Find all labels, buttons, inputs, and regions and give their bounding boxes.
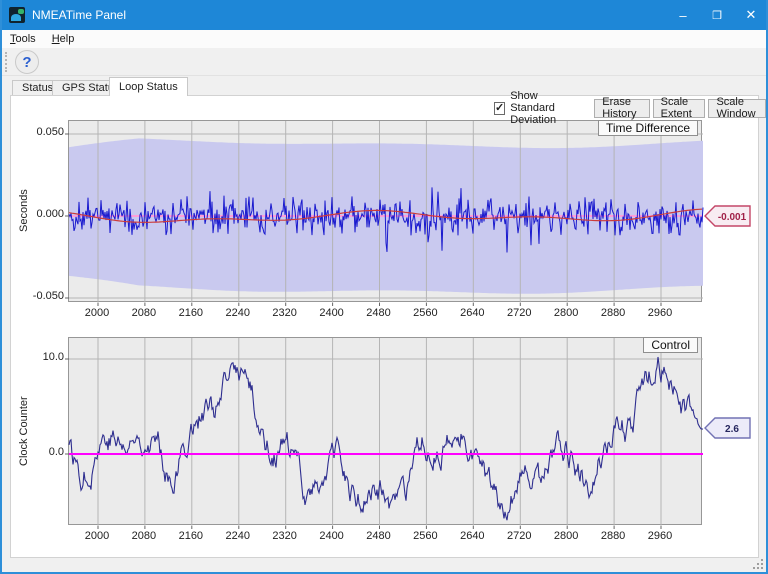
- x-tick-label: 2960: [647, 530, 673, 542]
- window-title: NMEATime Panel: [32, 8, 127, 22]
- time-difference-plot: [65, 120, 704, 306]
- current-value-badge-control: 2.6: [704, 417, 751, 439]
- minimize-button[interactable]: –: [666, 0, 700, 30]
- x-tick-label: 2400: [319, 307, 344, 319]
- tab-loop-status[interactable]: Loop Status: [109, 77, 188, 96]
- chart-controls: ✓ Show Standard Deviation Erase History …: [494, 90, 766, 126]
- x-tick-label: 2080: [131, 530, 157, 542]
- control-chart: [65, 338, 704, 529]
- x-tick-label: 2160: [178, 307, 204, 319]
- x-tick-label: 2960: [647, 307, 673, 319]
- y-tick-label: -0.050: [32, 290, 64, 302]
- x-tick-label: 2000: [84, 307, 110, 319]
- x-tick-label: 2240: [225, 307, 250, 319]
- resize-grip[interactable]: [751, 557, 764, 570]
- svg-text:-0.001: -0.001: [718, 212, 747, 223]
- x-tick-label: 2880: [600, 307, 626, 319]
- x-tick-label: 2800: [553, 307, 579, 319]
- toolbar: ?: [2, 49, 766, 76]
- x-tick-label: 2560: [413, 530, 438, 542]
- menu-tools[interactable]: Tools: [2, 31, 44, 47]
- maximize-button[interactable]: ❒: [700, 0, 734, 30]
- time-difference-chart: [65, 121, 704, 306]
- show-std-label: Show Standard Deviation: [510, 90, 557, 126]
- x-tick-label: 2480: [366, 530, 391, 542]
- current-value-badge-time-difference: -0.001: [704, 205, 751, 227]
- menu-help[interactable]: Help: [44, 31, 83, 47]
- x-tick-label: 2080: [131, 307, 157, 319]
- chart-title-time-difference: Time Difference: [597, 120, 698, 136]
- x-tick-label: 2720: [507, 530, 532, 542]
- help-icon[interactable]: ?: [15, 50, 39, 74]
- x-tick-label: 2800: [553, 530, 579, 542]
- x-tick-label: 2720: [507, 307, 532, 319]
- y-tick-label: 0.0: [48, 446, 64, 458]
- x-tick-label: 2880: [600, 530, 626, 542]
- svg-text:2.6: 2.6: [725, 424, 739, 435]
- x-tick-label: 2640: [460, 530, 485, 542]
- y-axis-label-clock-counter: Clock Counter: [18, 396, 30, 466]
- gridlines: [65, 338, 703, 529]
- chart-title-control: Control: [643, 337, 698, 353]
- x-tick-label: 2640: [460, 307, 485, 319]
- x-tick-label: 2560: [413, 307, 438, 319]
- control-signal: [68, 356, 704, 521]
- erase-history-button[interactable]: Erase History: [594, 96, 650, 120]
- toolbar-grip[interactable]: [5, 52, 7, 72]
- title-bar[interactable]: NMEATime Panel – ❒ ✕: [2, 0, 766, 30]
- y-tick-label: 0.000: [36, 208, 64, 220]
- menu-bar: Tools Help: [2, 30, 766, 49]
- x-tick-label: 2160: [178, 530, 204, 542]
- x-tick-label: 2480: [366, 307, 391, 319]
- app-icon: [9, 7, 25, 23]
- x-tick-label: 2320: [272, 530, 297, 542]
- x-tick-label: 2400: [319, 530, 344, 542]
- app-window: NMEATime Panel – ❒ ✕ Tools Help ? Status…: [0, 0, 768, 574]
- y-tick-label: 10.0: [42, 351, 64, 363]
- x-tick-label: 2240: [225, 530, 250, 542]
- scale-extent-button[interactable]: Scale Extent: [652, 96, 706, 120]
- control-plot: [65, 337, 704, 529]
- x-tick-label: 2000: [84, 530, 110, 542]
- show-std-checkbox[interactable]: ✓: [494, 101, 506, 115]
- y-tick-label: 0.050: [36, 126, 64, 138]
- x-tick-label: 2320: [272, 307, 297, 319]
- window-controls: – ❒ ✕: [666, 0, 766, 30]
- scale-window-button[interactable]: Scale Window: [708, 96, 766, 120]
- close-button[interactable]: ✕: [734, 0, 766, 30]
